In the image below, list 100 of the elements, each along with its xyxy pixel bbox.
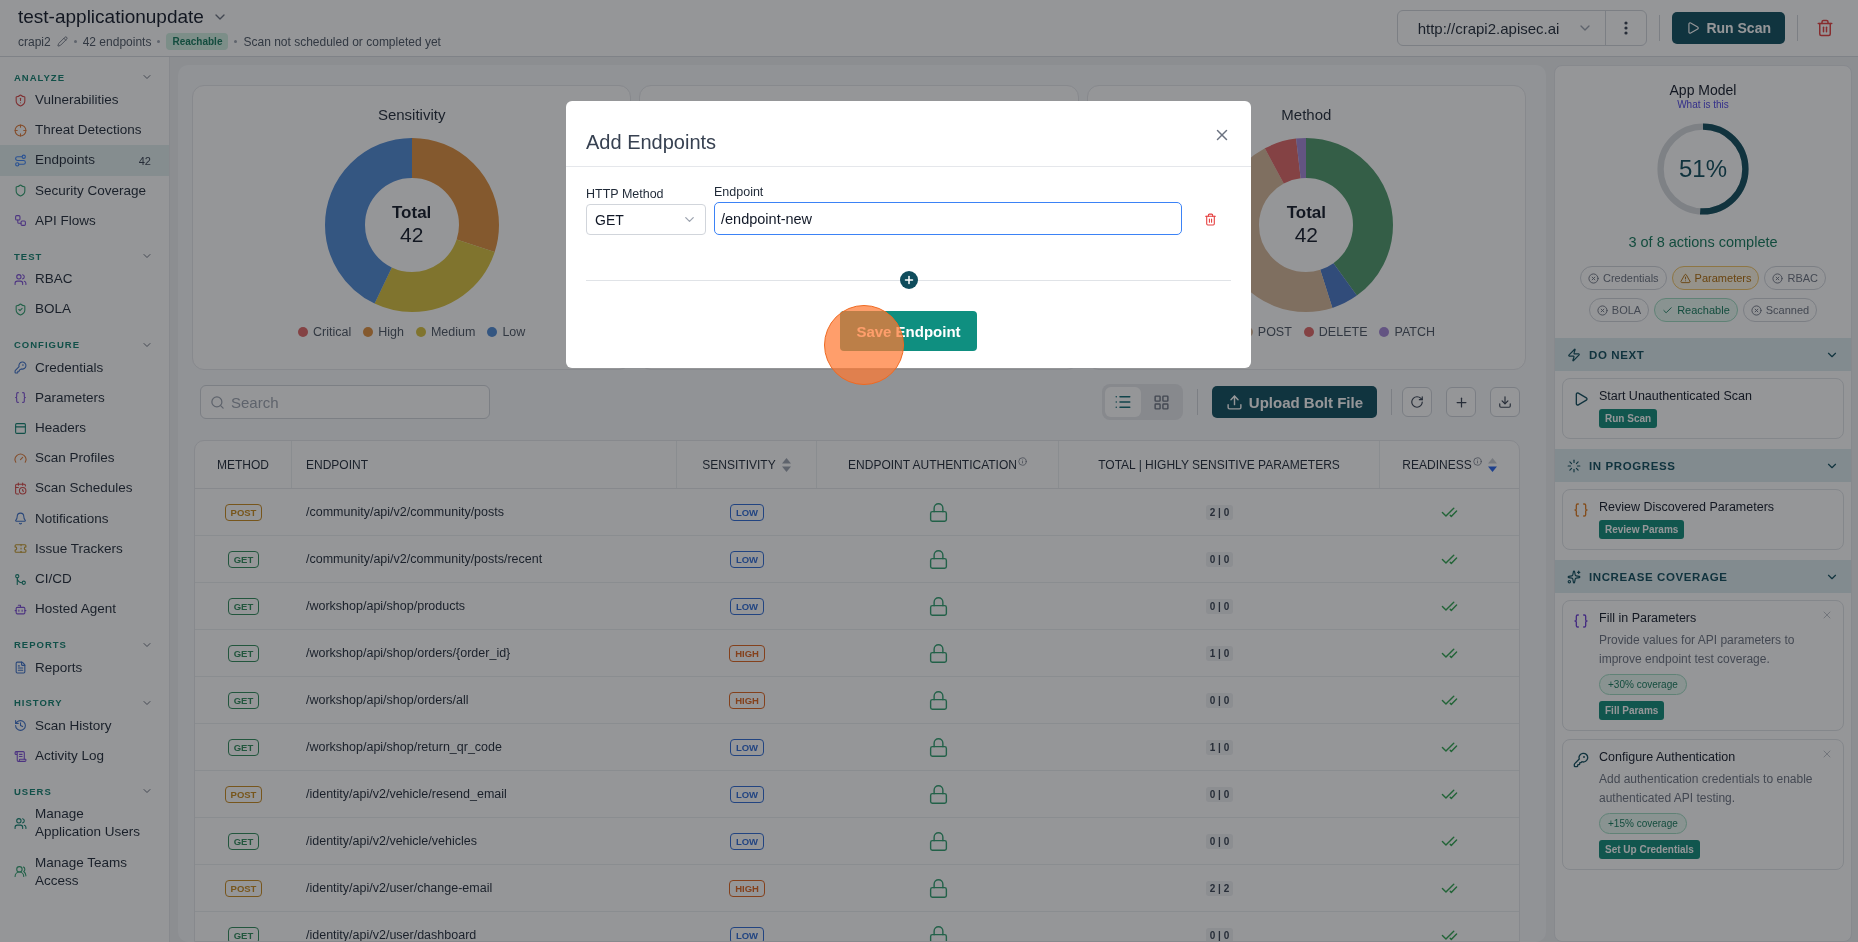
endpoint-path: /workshop/api/shop/return_qr_code xyxy=(306,740,502,754)
section-title: DO NEXT xyxy=(1589,348,1646,361)
sidebar-item[interactable]: Activity Log xyxy=(0,740,169,772)
item-count: 42 xyxy=(138,154,151,167)
section-header[interactable]: INCREASE COVERAGE xyxy=(1555,560,1851,593)
sidebar-item[interactable]: Headers xyxy=(0,412,169,444)
method-badge: GET xyxy=(227,644,260,662)
bot-icon xyxy=(14,602,27,616)
sidebar-item[interactable]: Notifications xyxy=(0,503,169,534)
action-button[interactable]: Run Scan xyxy=(1599,409,1658,428)
sort-icon[interactable] xyxy=(781,457,791,472)
section-header[interactable]: USERS xyxy=(0,777,169,800)
card-title: Start Unauthenticated Scan xyxy=(1599,389,1752,403)
parameter-count: 0 | 0 xyxy=(1205,692,1234,708)
panel-icon xyxy=(14,421,27,435)
item-label: Notifications xyxy=(35,509,110,528)
method-badge: POST xyxy=(224,785,263,803)
parameter-count: 1 | 0 xyxy=(1205,739,1234,755)
status-chip: Reachable xyxy=(1654,298,1738,322)
endpoint-path: /identity/api/v2/user/change-email xyxy=(306,881,493,895)
users-icon xyxy=(14,272,27,286)
legend-label: Low xyxy=(502,325,526,339)
sidebar-item[interactable]: Hosted Agent xyxy=(0,594,169,625)
sidebar-item[interactable]: Manage Teams Access xyxy=(0,847,169,897)
braces-icon xyxy=(14,391,27,405)
sidebar-item[interactable]: Issue Trackers xyxy=(0,533,169,565)
sidebar-item[interactable]: BOLA xyxy=(0,294,169,325)
endpoint-input[interactable]: /endpoint-new xyxy=(714,202,1182,235)
add-button[interactable] xyxy=(1446,387,1476,417)
legend-dot xyxy=(1303,327,1314,337)
item-label: Scan Profiles xyxy=(35,449,116,468)
method-select[interactable]: GET xyxy=(586,204,706,235)
url-select[interactable]: http://crapi2.apisec.ai xyxy=(1397,11,1607,45)
legend-dot xyxy=(298,327,308,337)
status-badge: Reachable xyxy=(166,33,229,50)
run-scan-button[interactable]: Run Scan xyxy=(1672,12,1785,44)
download-button[interactable] xyxy=(1490,387,1520,417)
sensitivity-badge: LOW xyxy=(729,597,765,615)
sensitivity-badge: LOW xyxy=(729,550,765,568)
section-header[interactable]: IN PROGRESS xyxy=(1555,449,1851,482)
sensitivity-badge: LOW xyxy=(729,503,765,521)
sidebar-item[interactable]: Security Coverage xyxy=(0,175,169,206)
add-row-button[interactable] xyxy=(899,271,918,289)
section-header[interactable]: CONFIGURE xyxy=(0,330,169,353)
section-header[interactable]: TEST xyxy=(0,242,169,265)
progress-percent: 51% xyxy=(1678,155,1727,183)
sidebar-item[interactable]: Vulnerabilities xyxy=(0,85,169,116)
sensitivity-badge: LOW xyxy=(729,785,765,803)
item-label: Security Coverage xyxy=(35,181,148,200)
endpoint-path: /community/api/v2/community/posts xyxy=(306,505,504,519)
section-header[interactable]: HISTORY xyxy=(0,688,169,711)
sidebar-item[interactable]: API Flows xyxy=(0,205,169,237)
help-link[interactable]: What is this xyxy=(1677,99,1729,110)
sidebar-item[interactable]: Scan Schedules xyxy=(0,473,169,504)
sidebar-item[interactable]: Threat Detections xyxy=(0,115,169,146)
shield-icon xyxy=(14,93,27,107)
merge-icon xyxy=(14,572,27,586)
item-label: Manage Teams Access xyxy=(35,853,129,890)
section-header[interactable]: REPORTS xyxy=(0,630,169,653)
sidebar-item[interactable]: Endpoints 42 xyxy=(0,145,169,176)
status-chip: Credentials xyxy=(1579,266,1667,290)
item-label: Endpoints xyxy=(35,151,97,170)
action-button[interactable]: Set Up Credentials xyxy=(1599,840,1700,860)
upload-button[interactable]: Upload Bolt File xyxy=(1211,386,1377,418)
trash-icon xyxy=(1816,19,1834,37)
kebab-icon xyxy=(1624,21,1629,35)
refresh-button[interactable] xyxy=(1402,387,1432,417)
endpoint-path: /community/api/v2/community/posts/recent xyxy=(306,552,543,566)
parameter-count: 1 | 0 xyxy=(1205,645,1234,661)
plus-icon xyxy=(902,274,915,286)
endpoint-count: 42 endpoints xyxy=(82,34,152,49)
gauge-icon xyxy=(14,451,27,465)
sidebar-item[interactable]: Manage Application Users xyxy=(0,799,169,848)
item-label: Scan Schedules xyxy=(35,479,134,498)
section-header[interactable]: DO NEXT xyxy=(1555,338,1851,371)
column-header: READINESS xyxy=(1402,457,1472,472)
sidebar-item[interactable]: CI/CD xyxy=(0,564,169,595)
section-header[interactable]: ANALYZE xyxy=(0,63,169,85)
sidebar-item[interactable]: Reports xyxy=(0,652,169,683)
sidebar-item[interactable]: Scan Profiles xyxy=(0,443,169,474)
delete-row-button[interactable] xyxy=(1204,213,1217,226)
sidebar-item[interactable]: RBAC xyxy=(0,264,169,295)
item-label: Hosted Agent xyxy=(35,600,118,619)
action-button[interactable]: Review Params xyxy=(1599,520,1685,539)
pencil-icon[interactable] xyxy=(56,36,68,47)
item-label: Headers xyxy=(35,418,88,437)
sidebar-item[interactable]: Parameters xyxy=(0,382,169,413)
action-button[interactable]: Fill Params xyxy=(1599,701,1665,721)
sidebar-item[interactable]: Scan History xyxy=(0,710,169,741)
parameter-count: 0 | 0 xyxy=(1205,786,1234,802)
total-value: 42 xyxy=(399,223,424,247)
column-header: SENSITIVITY xyxy=(702,457,776,472)
sort-icon[interactable] xyxy=(1487,457,1497,472)
sidebar-item[interactable]: Credentials xyxy=(0,352,169,383)
method-badge: GET xyxy=(227,926,260,941)
method-badge: GET xyxy=(227,832,260,850)
item-label: Reports xyxy=(35,658,84,677)
method-badge: POST xyxy=(224,503,263,521)
column-header: ENDPOINT xyxy=(306,457,368,472)
list-view-button[interactable] xyxy=(1104,387,1141,417)
